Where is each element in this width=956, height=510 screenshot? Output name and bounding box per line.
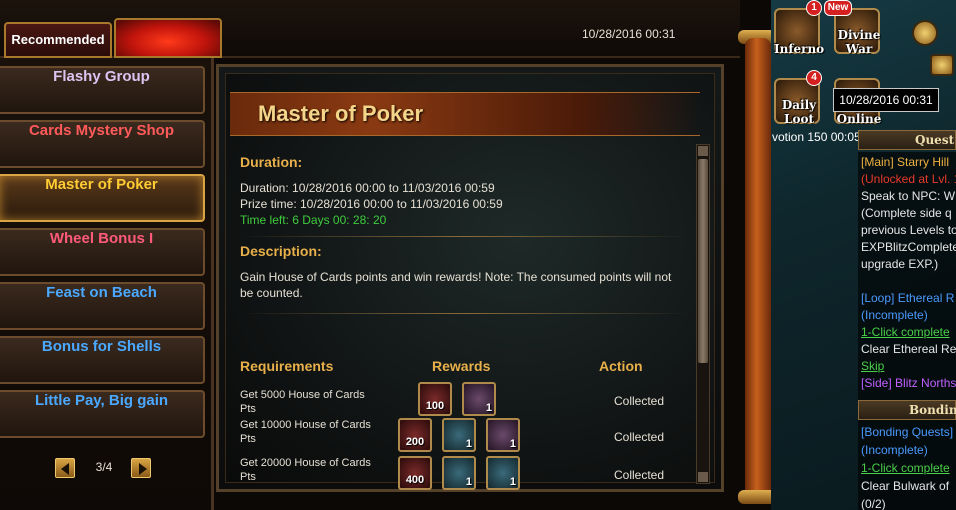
scroll-rod-decoration <box>745 38 771 498</box>
notification-badge: 4 <box>806 70 822 86</box>
reward-count: 1 <box>465 476 472 488</box>
reward-item-icon[interactable]: 200 <box>398 418 432 452</box>
top-bar: Recommended 10/28/2016 00:31 <box>0 0 740 58</box>
arrow-right-icon <box>139 463 147 475</box>
quest-line: Clear Ethereal Re <box>861 342 956 356</box>
notification-badge: 1 <box>806 0 822 16</box>
pager: 3/4 <box>55 458 151 480</box>
prev-page-button[interactable] <box>55 458 75 478</box>
reward-count: 100 <box>425 400 445 412</box>
description-heading: Description: <box>240 243 322 259</box>
bonding-line: Clear Bulwark of <box>861 479 950 493</box>
bonding-line: (Incomplete) <box>861 443 928 457</box>
event-content: Duration: Duration: 10/28/2016 00:00 to … <box>240 154 690 314</box>
rewards-header: Rewards <box>432 358 491 374</box>
reward-count: 1 <box>465 438 472 450</box>
sidebar-item[interactable]: Flashy Group <box>0 66 205 114</box>
sidebar-item[interactable]: Bonus for Shells <box>0 336 205 384</box>
bonding-line[interactable]: 1-Click complete <box>861 460 950 476</box>
mail-icon[interactable] <box>930 54 954 76</box>
arrow-left-icon <box>61 463 69 475</box>
scrollbar[interactable] <box>696 144 710 484</box>
bonding-line: [Bonding Quests] <box>861 425 954 439</box>
quest-line: upgrade EXP.) <box>861 257 939 271</box>
quest-line: [Main] Starry Hill <box>861 155 950 169</box>
reward-count: 1 <box>485 402 492 414</box>
tab-highlight[interactable] <box>114 18 222 58</box>
reward-item-icon[interactable]: 1 <box>442 456 476 490</box>
scroll-thumb[interactable] <box>698 159 708 363</box>
requirement-text: Get 20000 House of Cards Pts <box>240 457 371 483</box>
action-status: Collected <box>614 394 665 408</box>
time-tooltip: 10/28/2016 00:31 <box>833 88 939 112</box>
reward-item-icon[interactable]: 1 <box>486 418 520 452</box>
next-page-button[interactable] <box>131 458 151 478</box>
title-banner: Master of Poker <box>230 92 700 136</box>
requirement-text: Get 5000 House of Cards Pts <box>240 389 365 415</box>
quest-line: (Complete side q <box>861 206 952 220</box>
reward-item-icon[interactable]: 400 <box>398 456 432 490</box>
bonding-header[interactable]: Bonding <box>858 400 956 420</box>
duration-heading: Duration: <box>240 154 303 170</box>
duration-text: Duration: 10/28/2016 00:00 to 11/03/2016… <box>240 181 495 195</box>
requirement-row: Get 10000 House of Cards Pts 200 1 1 Collect… <box>240 418 670 456</box>
quest-line[interactable]: Skip <box>861 358 884 374</box>
quest-line: [Side] Blitz Norths <box>861 376 956 390</box>
inferno-label: Inferno <box>774 42 825 56</box>
requirement-row: Get 20000 House of Cards Pts 400 1 1 Collect… <box>240 456 670 494</box>
daily-loot-label: Daily Loot <box>781 98 817 126</box>
sidebar-item[interactable]: Little Pay, Big gain <box>0 390 205 438</box>
divider <box>240 313 690 314</box>
quest-line: previous Levels to <box>861 223 956 237</box>
reward-count: 1 <box>509 476 516 488</box>
event-panel: Master of Poker Duration: Duration: 10/2… <box>216 64 724 492</box>
reward-item-icon[interactable]: 1 <box>462 382 496 416</box>
scroll-down-arrow[interactable] <box>698 472 708 482</box>
prize-time-text: Prize time: 10/28/2016 00:00 to 11/03/20… <box>240 197 503 211</box>
requirement-row: Get 5000 House of Cards Pts 100 1 Collected <box>240 382 670 420</box>
page-indicator: 3/4 <box>95 460 113 474</box>
tab-recommended[interactable]: Recommended <box>4 22 112 58</box>
rewards-table-header: Requirements Rewards Action <box>240 358 670 376</box>
requirement-text: Get 10000 House of Cards Pts <box>240 419 371 445</box>
requirements-header: Requirements <box>240 358 334 374</box>
event-sidebar: Flashy Group Cards Mystery Shop Master of … <box>0 58 214 510</box>
bonding-line: (0/2) <box>861 497 886 510</box>
reward-item-icon[interactable]: 100 <box>418 382 452 416</box>
scroll-up-arrow[interactable] <box>698 146 708 156</box>
quest-panel-header[interactable]: Quest <box>858 130 956 150</box>
sidebar-item[interactable]: Master of Poker <box>0 174 205 222</box>
quest-line: EXPBlitzComplete <box>861 240 956 254</box>
quest-line: (Unlocked at Lvl. 1 <box>861 172 956 186</box>
quest-line[interactable]: 1-Click complete <box>861 324 950 340</box>
server-time: 10/28/2016 00:31 <box>582 27 676 41</box>
time-left-text: Time left: 6 Days 00: 28: 20 <box>240 213 387 227</box>
divine-war-label: Divine War <box>837 28 881 56</box>
event-panel-inner: Master of Poker Duration: Duration: 10/2… <box>225 73 715 490</box>
action-header: Action <box>599 358 643 374</box>
action-status: Collected <box>614 430 665 444</box>
reward-count: 200 <box>405 436 425 448</box>
quest-tracker: [Main] Starry Hill (Unlocked at Lvl. 1 Spe… <box>858 152 956 510</box>
reward-count: 400 <box>405 474 425 486</box>
reward-item-icon[interactable]: 1 <box>442 418 476 452</box>
event-title: Master of Poker <box>258 101 424 126</box>
sidebar-item[interactable]: Cards Mystery Shop <box>0 120 205 168</box>
action-status: Collected <box>614 468 665 482</box>
quest-line: (Incomplete) <box>861 308 928 322</box>
reward-item-icon[interactable]: 1 <box>486 456 520 490</box>
new-badge: New <box>824 0 852 16</box>
online-label: Online <box>836 112 882 126</box>
sidebar-item[interactable]: Wheel Bonus I <box>0 228 205 276</box>
quest-line: Speak to NPC: W <box>861 189 956 203</box>
clock-icon[interactable] <box>912 20 938 46</box>
reward-count: 1 <box>509 438 516 450</box>
quest-line: [Loop] Ethereal R <box>861 291 955 305</box>
description-text: Gain House of Cards points and win rewar… <box>240 270 672 300</box>
sidebar-item[interactable]: Feast on Beach <box>0 282 205 330</box>
